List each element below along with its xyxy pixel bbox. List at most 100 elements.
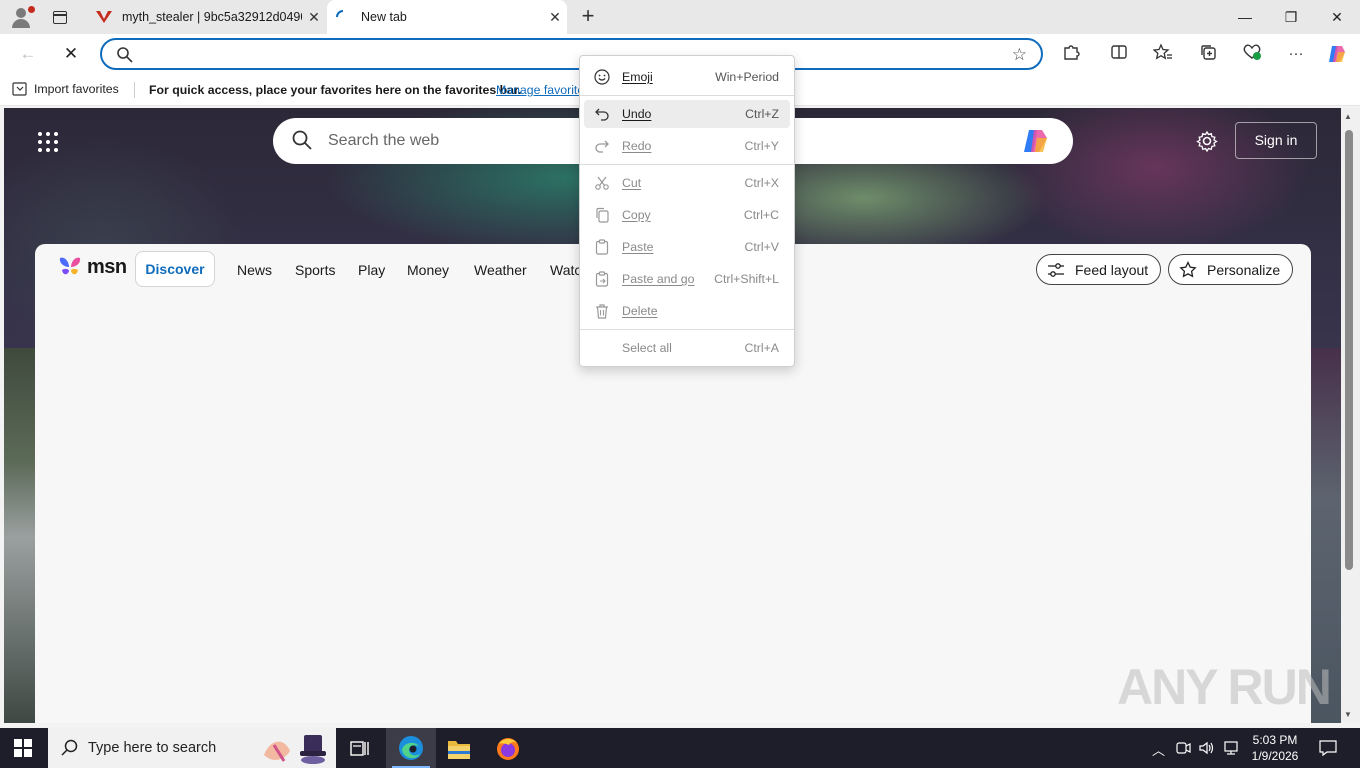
manage-favorites-link[interactable]: Manage favorites: [496, 83, 580, 97]
edge-taskbar-button[interactable]: [386, 728, 436, 768]
menu-label: Emoji: [622, 70, 653, 84]
close-window-icon[interactable]: ✕: [1314, 0, 1360, 34]
menu-label: Cut: [622, 176, 642, 190]
show-hidden-icons-icon[interactable]: ︿: [1152, 740, 1165, 759]
import-favorites-label: Import favorites: [34, 82, 119, 96]
back-icon[interactable]: ←: [15, 42, 41, 66]
firefox-icon[interactable]: [490, 734, 526, 764]
emoji-icon: [594, 69, 610, 85]
profile-icon[interactable]: [8, 5, 35, 29]
search-icon: [117, 47, 133, 63]
sign-in-button[interactable]: Sign in: [1235, 122, 1317, 159]
menu-divider: [580, 95, 794, 96]
menu-item-emoji[interactable]: Emoji Win+Period: [584, 63, 790, 91]
tab-myth-stealer[interactable]: myth_stealer | 9bc5a32912d0490a ✕: [88, 0, 326, 34]
menu-item-cut[interactable]: Cut Ctrl+X: [584, 169, 790, 197]
menu-item-paste[interactable]: Paste Ctrl+V: [584, 233, 790, 261]
minimize-icon[interactable]: —: [1222, 0, 1268, 34]
new-tab-button[interactable]: +: [577, 5, 599, 29]
nav-money[interactable]: Money: [407, 262, 449, 278]
tab-actions-icon[interactable]: [50, 8, 70, 26]
tab-new-tab[interactable]: New tab ✕: [327, 0, 567, 34]
menu-divider: [580, 329, 794, 330]
close-tab-icon[interactable]: ✕: [543, 9, 567, 26]
undo-icon: [595, 108, 609, 121]
browser-essentials-icon[interactable]: [1241, 43, 1263, 65]
menu-label: Paste and go: [622, 272, 695, 286]
sliders-icon: [1048, 262, 1064, 277]
feed-layout-button[interactable]: Feed layout: [1036, 254, 1162, 285]
menu-label: Copy: [622, 208, 651, 222]
menu-shortcut: Ctrl+Y: [744, 139, 779, 153]
menu-label: Redo: [622, 139, 652, 153]
split-screen-icon[interactable]: [1108, 43, 1130, 65]
extensions-icon[interactable]: [1060, 43, 1082, 65]
nav-sports[interactable]: Sports: [295, 262, 335, 278]
menu-shortcut: Ctrl+V: [744, 240, 779, 254]
more-options-icon[interactable]: ···: [1285, 43, 1307, 65]
menu-item-redo[interactable]: Redo Ctrl+Y: [584, 132, 790, 160]
msn-butterfly-icon: [59, 257, 81, 275]
notifications-icon[interactable]: [1318, 739, 1338, 757]
feed-layout-label: Feed layout: [1075, 261, 1149, 278]
import-favorites-button[interactable]: Import favorites: [12, 82, 119, 96]
favorites-icon[interactable]: [1152, 43, 1174, 65]
menu-item-undo[interactable]: Undo Ctrl+Z: [584, 100, 790, 128]
paste-icon: [595, 239, 609, 255]
menu-shortcut: Ctrl+Shift+L: [714, 272, 779, 286]
taskbar-search-placeholder: Type here to search: [88, 740, 217, 756]
nav-news[interactable]: News: [237, 262, 272, 278]
context-menu: Emoji Win+Period Undo Ctrl+Z Redo Ctrl+Y…: [579, 55, 795, 367]
edge-icon: [399, 736, 423, 760]
search-highlight-illustration-icon: [264, 735, 326, 764]
network-icon[interactable]: [1222, 740, 1240, 756]
loading-spinner-icon: [335, 9, 351, 25]
nav-weather[interactable]: Weather: [474, 262, 527, 278]
anyrun-watermark: ANY RUN: [1117, 659, 1332, 715]
nav-discover[interactable]: Discover: [135, 251, 215, 287]
windows-start-icon[interactable]: [14, 739, 32, 757]
personalize-button[interactable]: Personalize: [1168, 254, 1294, 285]
favorite-star-icon[interactable]: ☆: [1012, 45, 1027, 65]
scroll-down-icon[interactable]: ▼: [1344, 710, 1352, 719]
collections-icon[interactable]: [1197, 43, 1219, 65]
copy-icon: [596, 207, 609, 223]
clock-time: 5:03 PM: [1252, 733, 1298, 747]
settings-gear-icon[interactable]: [1196, 130, 1218, 152]
divider: [134, 82, 135, 98]
nav-play[interactable]: Play: [358, 262, 385, 278]
restore-icon[interactable]: ❐: [1268, 0, 1314, 34]
address-bar[interactable]: ☆: [100, 38, 1043, 70]
taskbar: Type here to search ︿ 5:03 PM 1/9/2026: [0, 728, 1360, 768]
page-scrollbar[interactable]: ▲ ▼: [1341, 108, 1360, 723]
clock-date: 1/9/2026: [1251, 749, 1299, 763]
apps-launcher-icon[interactable]: [38, 132, 58, 152]
menu-item-copy[interactable]: Copy Ctrl+C: [584, 201, 790, 229]
menu-shortcut: Ctrl+Z: [745, 107, 779, 121]
menu-label: Undo: [622, 107, 652, 121]
copilot-icon[interactable]: [1021, 127, 1051, 155]
scroll-up-icon[interactable]: ▲: [1344, 112, 1352, 121]
meet-now-icon[interactable]: [1175, 740, 1191, 756]
tab-title: New tab: [361, 10, 407, 24]
menu-shortcut: Ctrl+C: [743, 208, 779, 222]
menu-label: Paste: [622, 240, 654, 254]
taskbar-clock[interactable]: 5:03 PM 1/9/2026: [1240, 732, 1310, 764]
paste-and-go-icon: [595, 271, 609, 287]
msn-logo[interactable]: msn: [57, 254, 127, 280]
menu-item-delete[interactable]: Delete: [584, 297, 790, 325]
taskbar-search-box[interactable]: Type here to search: [48, 728, 336, 768]
close-tab-icon[interactable]: ✕: [302, 9, 326, 26]
anyrun-favicon-icon: [96, 9, 112, 25]
task-view-icon[interactable]: [342, 734, 378, 764]
menu-item-paste-and-go[interactable]: Paste and go Ctrl+Shift+L: [584, 265, 790, 293]
title-bar: myth_stealer | 9bc5a32912d0490a ✕ New ta…: [0, 0, 1360, 34]
menu-item-select-all[interactable]: Select all Ctrl+A: [584, 334, 790, 362]
stop-loading-icon[interactable]: ✕: [58, 42, 84, 66]
star-sparkle-icon: [1179, 260, 1197, 278]
menu-label: Delete: [622, 304, 658, 318]
file-explorer-icon[interactable]: [441, 734, 477, 764]
scrollbar-thumb[interactable]: [1345, 130, 1353, 570]
volume-icon[interactable]: [1198, 740, 1216, 756]
copilot-icon[interactable]: [1326, 43, 1348, 65]
